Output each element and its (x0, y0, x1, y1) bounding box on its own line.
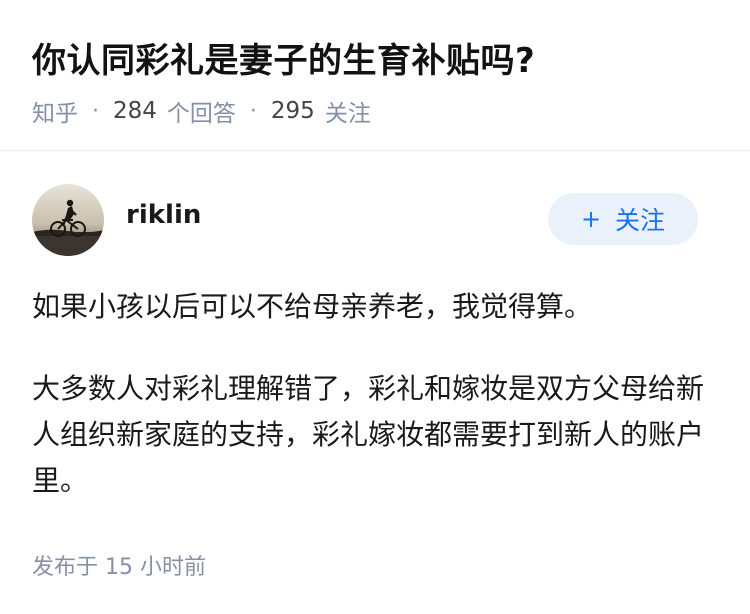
answer-content: 如果小孩以后可以不给母亲养老，我觉得算。 大多数人对彩礼理解错了，彩礼和嫁妆是双… (32, 284, 722, 504)
cyclist-silhouette-avatar-icon (32, 184, 104, 256)
author-name[interactable]: riklin (126, 200, 201, 230)
answer-count-label: 个回答 (166, 101, 236, 127)
source-label[interactable]: 知乎 (32, 94, 78, 128)
answer-paragraph: 大多数人对彩礼理解错了，彩礼和嫁妆是双方父母给新人组织新家庭的支持，彩礼嫁妆都需… (32, 372, 705, 497)
meta-separator: · (249, 98, 257, 124)
follower-count-label: 关注 (324, 101, 371, 127)
answer-count: 284 (113, 98, 157, 124)
plus-icon: + (580, 205, 602, 233)
follow-button-label: 关注 (615, 206, 666, 235)
answer-paragraph: 如果小孩以后可以不给母亲养老，我觉得算。 (32, 290, 593, 323)
meta-separator: · (92, 98, 99, 124)
section-divider (0, 150, 750, 151)
published-time: 发布于 15 小时前 (32, 555, 206, 580)
follower-count-link[interactable]: 295 关注 (271, 94, 371, 128)
question-meta: 知乎 · 284 个回答 · 295 关注 (32, 94, 371, 128)
question-title[interactable]: 你认同彩礼是妻子的生育补贴吗? (32, 33, 535, 82)
follow-button[interactable]: + 关注 (548, 193, 698, 245)
answer-count-link[interactable]: 284 个回答 (113, 94, 236, 128)
follower-count: 295 (270, 98, 315, 124)
avatar[interactable] (32, 184, 104, 256)
